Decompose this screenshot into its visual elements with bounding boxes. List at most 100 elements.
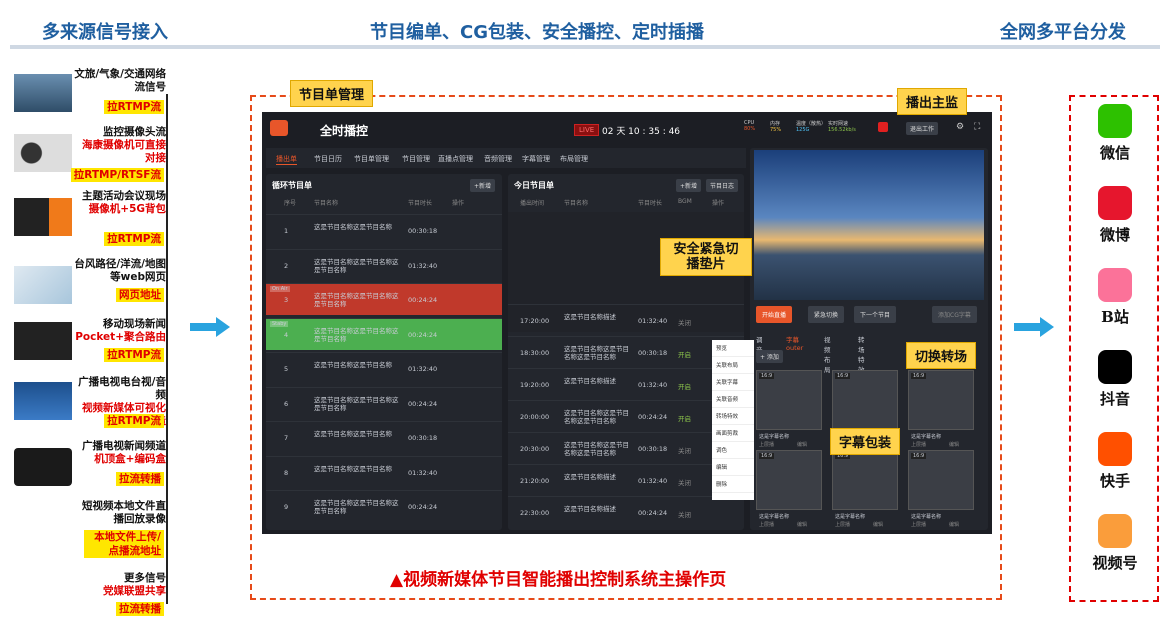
menu-item[interactable]: 编辑	[712, 459, 754, 476]
ratio-label: 16:9	[835, 373, 851, 379]
today-row[interactable]: 20:00:00 这是节目名称这是节目名称这是节目名称 00:24:24 开启	[508, 400, 744, 432]
source-tag: 网页地址	[116, 288, 164, 302]
tab-audio[interactable]: 音频管理	[484, 154, 512, 164]
row-time: 22:30:00	[520, 509, 550, 517]
platform-label: 微信	[1099, 144, 1130, 162]
tab-subtitle[interactable]: 字幕管理	[522, 154, 550, 164]
source-tag: 拉RTMP/RTSF流	[70, 168, 164, 182]
next-program-button[interactable]: 下一个节目	[854, 306, 897, 323]
map-thumbnail	[14, 266, 72, 304]
row-name: 这是节目名称描述	[564, 473, 616, 481]
menu-item[interactable]: 预览	[712, 340, 754, 357]
today-row[interactable]: 21:20:00 这是节目名称描述 01:32:40 关闭	[508, 464, 744, 496]
loop-row[interactable]: 5 这是节目名称这是节目名称 01:32:40	[266, 352, 502, 384]
source-tag: 拉RTMP流	[104, 232, 164, 246]
loop-row[interactable]: 7 这是节目名称这是节目名称 00:30:18	[266, 421, 502, 453]
tab-layout[interactable]: 布局管理	[560, 154, 588, 164]
menu-item[interactable]: 关联字幕	[712, 374, 754, 391]
subtitle-up[interactable]: 上层播	[911, 521, 926, 528]
subtitle-up[interactable]: 上层播	[835, 521, 850, 528]
kuaishou-icon	[1098, 432, 1132, 466]
alert-icon[interactable]	[878, 122, 888, 132]
subtitle-edit[interactable]: 编辑	[797, 521, 807, 528]
subtitle-edit[interactable]: 编辑	[873, 521, 883, 528]
callout-monitor: 播出主监	[897, 88, 968, 115]
loop-row[interactable]: 4 这是节目名称这是节目名称这是节目名称 00:24:24 Staby	[266, 317, 502, 350]
emergency-switch-button[interactable]: 紧急切换	[808, 306, 845, 323]
callout-emergency: 安全紧急切播垫片	[660, 238, 752, 276]
source-text: 短视频本地文件直播回放录像	[82, 500, 166, 525]
subtitle-card[interactable]: 16:9 这是字幕名称 上层播 编辑	[832, 450, 898, 528]
program-log-button[interactable]: 节目日志	[706, 179, 739, 192]
menu-item[interactable]: 画面剪裁	[712, 425, 754, 442]
exit-button[interactable]: 退出工作	[906, 122, 939, 135]
tab-video-layout[interactable]: 视频布局	[824, 334, 831, 374]
row-no: 4	[284, 330, 289, 339]
subtitle-card[interactable]: 16:9 这是字幕名称 上层播 编辑	[908, 370, 974, 448]
subtitle-card[interactable]: 16:9 这是字幕名称 上层播 编辑	[756, 370, 822, 448]
ratio-label: 16:9	[911, 373, 927, 379]
tab-subtitle-wrap[interactable]: 字幕outer	[786, 334, 803, 352]
platform-5: 视频号	[1080, 514, 1150, 573]
loop-row[interactable]: 8 这是节目名称这是节目名称 01:32:40	[266, 455, 502, 488]
subtitle-edit[interactable]: 编辑	[949, 441, 959, 448]
subtitle-up[interactable]: 上层播	[911, 441, 926, 448]
fullscreen-icon[interactable]: ⛶	[974, 122, 980, 132]
menu-item[interactable]: 删除	[712, 476, 754, 493]
add-subtitle-button[interactable]: + 添加	[756, 350, 783, 363]
settings-icon[interactable]: ⚙	[956, 122, 964, 132]
tab-calendar[interactable]: 节目日历	[314, 154, 342, 164]
tab-playlist[interactable]: 播出单	[276, 154, 297, 165]
cpu-value: 80%	[744, 126, 756, 132]
subtitle-card[interactable]: 16:9 这是字幕名称 上层播 编辑	[832, 370, 898, 448]
subtitle-up[interactable]: 上层播	[759, 441, 774, 448]
row-duration: 00:24:24	[408, 503, 438, 511]
row-name: 这是节目名称这是节目名称这是节目名称	[314, 395, 399, 412]
today-row[interactable]: 17:20:00 这是节目名称描述 01:32:40 关闭	[508, 304, 744, 336]
source-red-text: 党媒联盟共享	[103, 585, 166, 597]
col-bgm: BGM	[678, 198, 692, 205]
today-row[interactable]: 20:30:00 这是节目名称这是节目名称这是节目名称 00:30:18 关闭	[508, 432, 744, 464]
net-value: 156.52kb/s	[828, 127, 856, 133]
subtitle-edit[interactable]: 编辑	[797, 441, 807, 448]
loop-row[interactable]: 6 这是节目名称这是节目名称这是节目名称 00:24:24	[266, 386, 502, 419]
row-no: 1	[284, 227, 289, 235]
loop-row[interactable]: 2 这是节目名称这是节目名称这是节目名称 01:32:40	[266, 248, 502, 281]
loop-row[interactable]: 3 这是节目名称这是节目名称这是节目名称 00:24:24 On Air	[266, 283, 502, 315]
menu-item[interactable]: 关联布局	[712, 357, 754, 374]
tab-program-manage[interactable]: 节目管理	[402, 154, 430, 164]
row-duration: 01:32:40	[408, 468, 438, 477]
subtitle-card[interactable]: 16:9 这是字幕名称 上层播 编辑	[908, 450, 974, 528]
menu-item[interactable]: 转场特效	[712, 408, 754, 425]
cpu-stat: CPU 80%	[744, 120, 755, 132]
today-row[interactable]: 22:30:00 这是节目名称描述 00:24:24 关闭	[508, 496, 744, 528]
today-row[interactable]: 18:30:00 这是节目名称这是节目名称这是节目名称 00:30:18 开启	[508, 336, 744, 368]
row-badge: Staby	[270, 320, 289, 327]
source-tag: 本地文件上传/点播流地址	[84, 530, 164, 558]
start-live-button[interactable]: 开始直播	[756, 306, 793, 323]
menu-item[interactable]: 调色	[712, 442, 754, 459]
menu-item[interactable]: 关联音频	[712, 391, 754, 408]
tab-transition[interactable]: 转场特效	[858, 334, 865, 374]
source-text: 文旅/气象/交通网络流信号	[74, 68, 166, 93]
subtitle-card[interactable]: 16:9 这是字幕名称 上层播 编辑	[756, 450, 822, 528]
source-tag: 拉RTMP流	[104, 414, 164, 428]
row-no: 9	[284, 503, 289, 511]
source-text: 主题活动会议现场	[82, 190, 166, 202]
tab-schedule-manage[interactable]: 节目单管理	[354, 154, 389, 164]
today-add-button[interactable]: +新增	[676, 179, 702, 192]
row-bgm: 开启	[678, 415, 691, 423]
subtitle-up[interactable]: 上层播	[759, 521, 774, 528]
loop-row[interactable]: 9 这是节目名称这是节目名称这是节目名称 00:24:24	[266, 490, 502, 522]
subtitle-name: 这是字幕名称	[911, 434, 942, 440]
loop-row[interactable]: 1 这是节目名称这是节目名称 00:30:18	[266, 214, 502, 246]
row-time: 19:20:00	[520, 381, 550, 389]
row-name: 这是节目名称这是节目名称这是节目名称	[564, 441, 629, 457]
tab-live-point[interactable]: 直播点管理	[438, 154, 473, 164]
row-name: 这是节目名称描述	[564, 377, 616, 385]
row-duration: 00:30:18	[408, 227, 438, 235]
today-row[interactable]: 19:20:00 这是节目名称描述 01:32:40 开启	[508, 368, 744, 400]
loop-add-button[interactable]: +新增	[470, 179, 496, 192]
subtitle-edit[interactable]: 编辑	[949, 521, 959, 528]
add-cg-button[interactable]: 添加CG字幕	[932, 306, 977, 323]
